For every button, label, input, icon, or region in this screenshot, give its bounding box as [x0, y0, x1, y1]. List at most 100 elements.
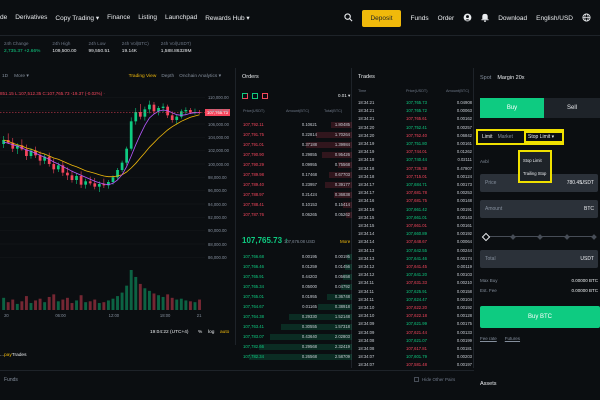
- volume-bar: [47, 296, 51, 310]
- deposit-button[interactable]: Deposit: [362, 9, 401, 27]
- ask-row[interactable]: 107,791.01 0.37188 1.39984: [238, 141, 352, 149]
- tab-margin[interactable]: Margin 20x: [497, 75, 524, 81]
- bid-row[interactable]: 107,765.01 0.01955 0.36748: [238, 293, 352, 301]
- dropdown-trailing-stop[interactable]: Trailing Stop: [523, 171, 546, 176]
- order-type-market[interactable]: Market: [498, 134, 513, 140]
- bid-row[interactable]: 107,766.46 0.01259 0.01456: [238, 263, 352, 271]
- buy-btc-button[interactable]: Buy BTC: [480, 306, 600, 328]
- order-type-stop-limit[interactable]: Stop Limit ▾: [524, 131, 564, 143]
- book-bids-icon[interactable]: [252, 93, 258, 99]
- ask-row[interactable]: 107,791.75 0.22814 1.70264: [238, 131, 352, 139]
- hide-other-pairs-label[interactable]: Hide Other Pairs: [422, 377, 455, 382]
- nav-language[interactable]: English/USD: [536, 15, 573, 22]
- bid-row[interactable]: 107,782.34 0.26568 2.58709: [238, 353, 352, 361]
- ask-row[interactable]: 107,788.41 0.10153 0.15414: [238, 201, 352, 209]
- trade-row: 18:34:07 107,581.48 0.00197: [354, 361, 474, 369]
- fee-rate-link[interactable]: Fee rate: [480, 336, 497, 341]
- nav-item-copy-trading[interactable]: Copy Trading ▾: [55, 14, 99, 22]
- tab-onchain-analytics[interactable]: Onchain Analytics ▾: [179, 74, 221, 79]
- log-toggle[interactable]: log: [208, 330, 214, 335]
- ask-row[interactable]: 107,789.98 0.17468 0.67703: [238, 171, 352, 179]
- bid-row[interactable]: 107,764.38 0.29330 1.52148: [238, 313, 352, 321]
- nav-item-trade[interactable]: de: [0, 14, 7, 21]
- nav-item-listing[interactable]: Listing: [138, 14, 157, 21]
- candle-body: [143, 109, 147, 117]
- volume-bar: [56, 301, 60, 310]
- percent-toggle[interactable]: %: [198, 330, 202, 335]
- precision-select[interactable]: 0.01 ▾: [338, 93, 350, 99]
- bid-row[interactable]: 107,782.66 0.29568 2.32419: [238, 343, 352, 351]
- price-cell: 107,752.41: [406, 124, 427, 130]
- order-type-limit[interactable]: Limit: [482, 134, 493, 140]
- time-cell: 18:34:19: [358, 141, 375, 146]
- nav-item-launchpad[interactable]: Launchpad: [165, 14, 197, 21]
- ask-row[interactable]: 107,792.11 0.10621 1.80485: [238, 121, 352, 129]
- book-both-icon[interactable]: [242, 93, 248, 99]
- more-link[interactable]: More: [340, 239, 350, 244]
- time-cell: 18:34:18: [358, 165, 375, 171]
- ask-row[interactable]: 107,790.29 0.09955 0.75568: [238, 161, 352, 169]
- buy-tab[interactable]: Buy: [480, 98, 544, 118]
- tab-depth[interactable]: Depth: [161, 74, 174, 79]
- auto-toggle[interactable]: auto: [220, 330, 229, 335]
- candle-body: [170, 115, 174, 120]
- bid-row[interactable]: 107,765.34 0.05000 0.04792: [238, 283, 352, 291]
- my-trades-label: Trades: [11, 353, 27, 358]
- chart-clock: 19:04:22 (UTC+4): [150, 330, 189, 335]
- bell-icon[interactable]: [481, 13, 489, 24]
- stat-value: 99,550.51: [88, 49, 110, 54]
- ask-row[interactable]: 107,789.40 0.23957 0.39177: [238, 181, 352, 189]
- slider-knob[interactable]: [481, 232, 491, 242]
- candlestick-chart[interactable]: [0, 84, 205, 312]
- time-cell: 18:34:11: [358, 296, 374, 302]
- volume-bar: [24, 296, 28, 310]
- price-cell: 107,601.79: [406, 354, 427, 360]
- ask-row[interactable]: 107,787.76 0.06265 0.05262: [238, 211, 352, 219]
- nav-download[interactable]: Download: [498, 15, 527, 22]
- bid-row[interactable]: 107,764.67 0.01165 0.38918: [238, 303, 352, 311]
- book-asks-icon[interactable]: [262, 93, 268, 99]
- tab-spot[interactable]: Spot: [480, 75, 491, 81]
- price-axis[interactable]: 107,765.73 110,000.00 108,000.00 106,000.0…: [205, 84, 236, 312]
- ask-row[interactable]: 107,788.97 0.21424 0.36838: [238, 191, 352, 199]
- dropdown-stop-limit[interactable]: Stop Limit: [523, 158, 542, 163]
- futures-link[interactable]: Futures: [505, 336, 520, 341]
- bid-row[interactable]: 107,765.91 0.44203 0.05658: [238, 273, 352, 281]
- bid-row[interactable]: 107,783.07 0.43640 2.02803: [238, 333, 352, 341]
- price-tick-label: 106,000.00: [208, 121, 229, 127]
- amount-cell: 0.02111: [457, 157, 472, 163]
- nav-funds[interactable]: Funds: [411, 15, 429, 22]
- amount-cell: 0.29568: [301, 344, 317, 349]
- volume-bar: [111, 298, 115, 310]
- time-cell: 18:34:19: [358, 149, 375, 155]
- time-axis[interactable]: 20 06:00 12:00 18:00 21: [0, 312, 205, 322]
- ask-row[interactable]: 107,790.90 0.29855 0.95426: [238, 151, 352, 159]
- user-icon[interactable]: [463, 13, 472, 24]
- funds-tab[interactable]: Funds: [4, 377, 18, 383]
- hide-other-pairs-checkbox[interactable]: [414, 377, 419, 382]
- bid-row[interactable]: 107,763.41 0.30555 1.57318: [238, 323, 352, 331]
- amount-field[interactable]: Amount BTC: [480, 200, 598, 218]
- sell-tab[interactable]: Sell: [544, 98, 600, 118]
- time-cell: 18:34:11: [358, 280, 374, 286]
- interval-more[interactable]: More ▾: [14, 74, 29, 79]
- nav-item-derivatives[interactable]: Derivatives: [15, 14, 47, 21]
- trade-row: 18:34:13 107,641.46 0.00174: [354, 255, 474, 263]
- mid-price: 107,765.73 ↑ 107,676.08 USD More: [242, 236, 352, 248]
- tab-trading-view[interactable]: Trading View: [129, 74, 157, 79]
- my-trades-tabs[interactable]: ...payTrades: [0, 353, 27, 358]
- nav-item-finance[interactable]: Finance: [107, 14, 130, 21]
- nav-order[interactable]: Order: [438, 15, 455, 22]
- amount-cell: 0.00162: [456, 116, 472, 122]
- amount-slider[interactable]: [481, 232, 598, 242]
- interval-1d[interactable]: 1D: [2, 74, 8, 79]
- candle-body: [75, 176, 78, 180]
- nav-item-rewards-hub[interactable]: Rewards Hub ▾: [205, 14, 249, 22]
- bid-row[interactable]: 107,766.68 0.00195 0.00195: [238, 253, 352, 261]
- total-field[interactable]: Total USDT: [480, 250, 598, 268]
- amount-cell: 0.00173: [456, 182, 472, 187]
- col-price: Price(USDT): [406, 89, 428, 93]
- globe-icon[interactable]: [582, 12, 591, 24]
- total-cell: 0.38918: [334, 304, 350, 309]
- search-icon[interactable]: [344, 12, 353, 24]
